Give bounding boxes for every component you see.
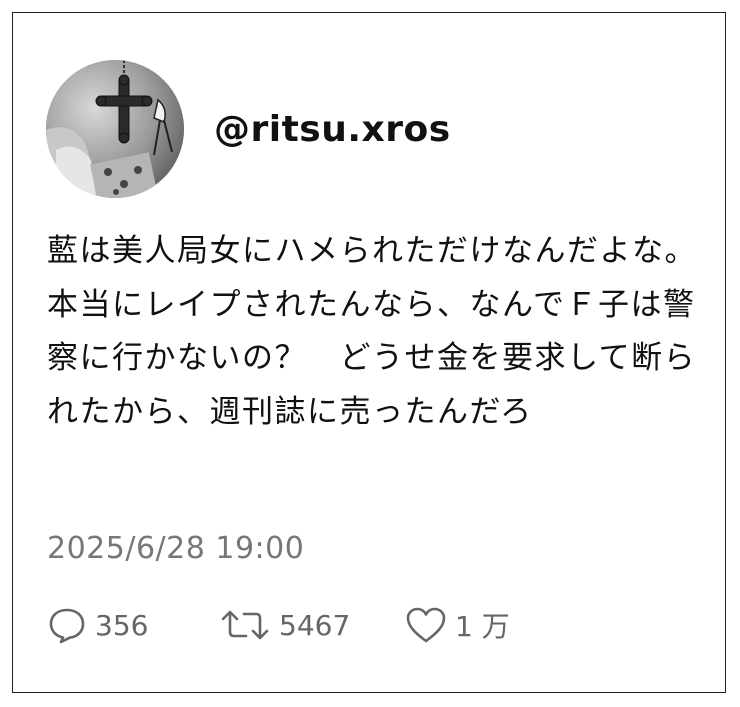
retweet-count: 5467 <box>279 608 351 642</box>
tweet-body-text: 藍は美人局女にハメられただけなんだよな。本当にレイプされたんなら、なんでＦ子は警… <box>47 233 697 430</box>
speech-bubble-icon <box>47 605 87 645</box>
retweet-icon <box>219 605 271 645</box>
reply-count: 356 <box>95 608 149 642</box>
tweet-card: @ritsu.xros 藍は美人局女にハメられただけなんだよな。本当にレイプされ… <box>12 12 726 693</box>
like-count: 1 万 <box>455 610 510 643</box>
reply-button[interactable]: 356 <box>47 605 219 645</box>
heart-icon <box>405 605 447 645</box>
tweet-header: @ritsu.xros <box>46 59 451 199</box>
tweet-actions: 356 5467 1 万 <box>47 605 510 645</box>
avatar[interactable] <box>46 60 184 198</box>
tweet-timestamp[interactable]: 2025/6/28 19:00 <box>47 531 304 566</box>
like-button[interactable]: 1 万 <box>405 605 510 645</box>
user-handle[interactable]: @ritsu.xros <box>214 109 451 150</box>
retweet-button[interactable]: 5467 <box>219 605 405 645</box>
avatar-image <box>46 60 184 198</box>
